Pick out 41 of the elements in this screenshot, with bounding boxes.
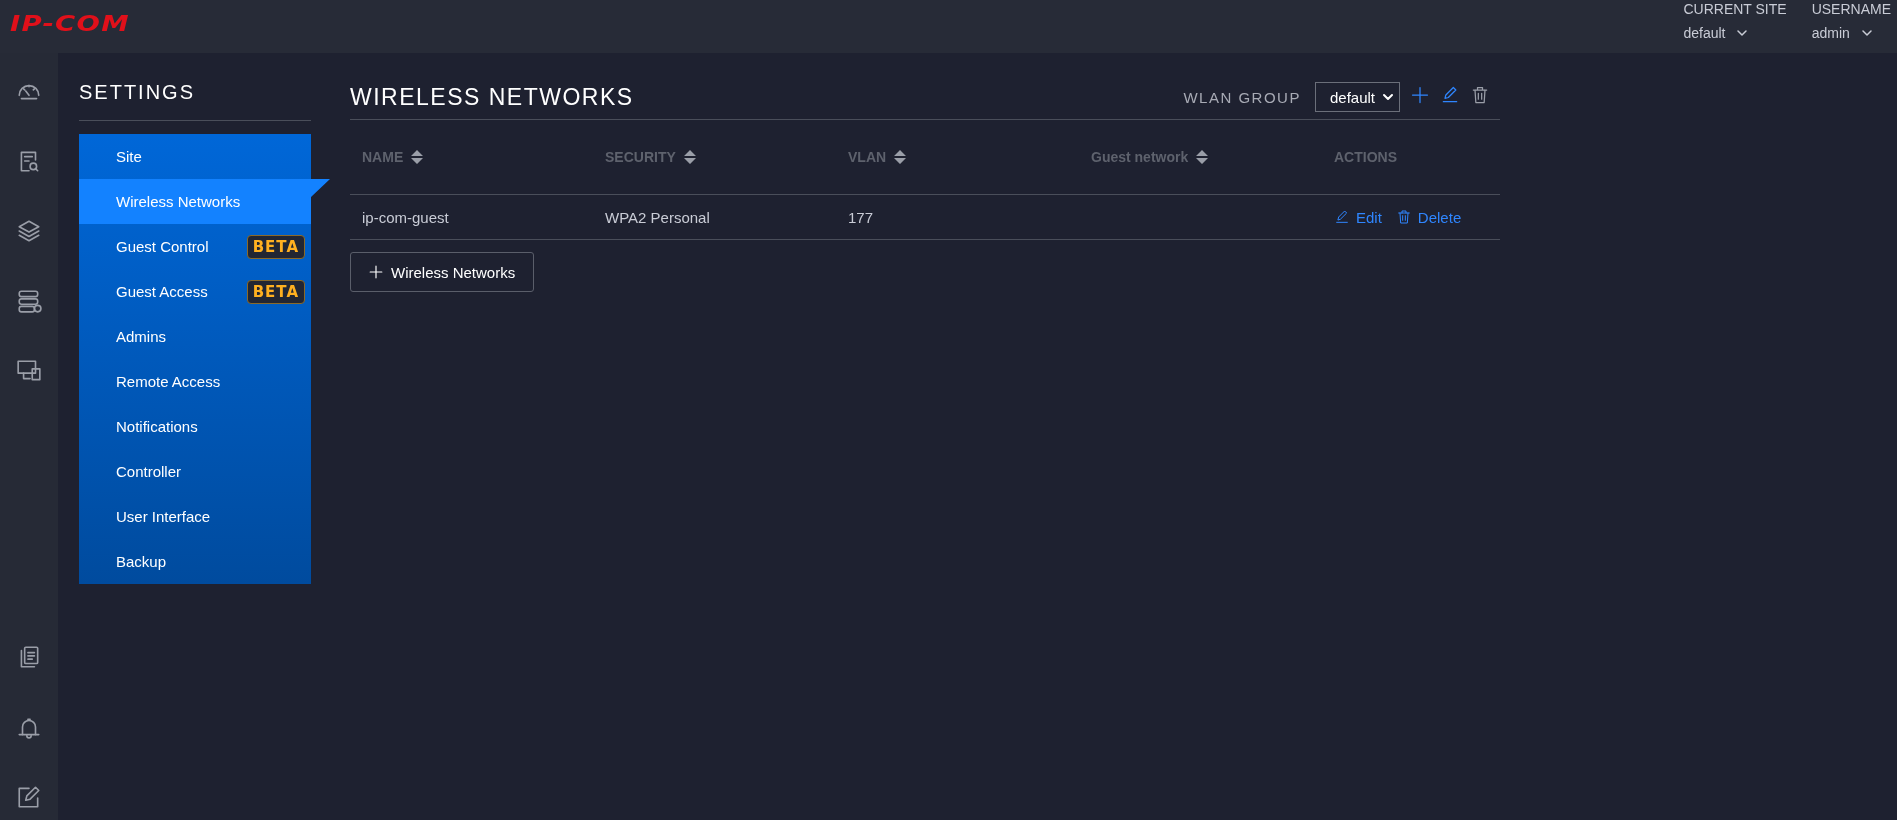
sort-icon <box>1196 150 1209 164</box>
pencil-icon[interactable] <box>1440 85 1460 105</box>
layers-icon[interactable] <box>16 218 42 244</box>
sort-icon <box>894 150 907 164</box>
wlan-group-select[interactable]: default <box>1314 82 1400 112</box>
table-cell: 177 <box>848 208 874 226</box>
logo: IP-COM <box>10 11 130 36</box>
delete-link[interactable]: Delete <box>1395 208 1462 226</box>
menu-item[interactable]: User Interface <box>79 494 311 539</box>
table-cell: ip-com-guest <box>362 208 449 226</box>
edit-link[interactable]: Edit <box>1334 208 1382 226</box>
menu-item[interactable]: Guest Access BETA <box>79 269 311 314</box>
current-site-label: CURRENT SITE <box>1683 1 1787 17</box>
column-header: ACTIONS <box>1334 149 1397 165</box>
menu-item[interactable]: Wireless Networks <box>79 179 330 224</box>
plus-icon <box>369 265 383 279</box>
table-cell: WPA2 Personal <box>605 208 710 226</box>
sort-icon <box>683 150 696 164</box>
beta-badge: BETA <box>246 234 305 259</box>
site-selector[interactable]: default <box>1683 25 1787 41</box>
menu-item[interactable]: Guest Control BETA <box>79 224 311 269</box>
menu-item[interactable]: Controller <box>79 449 311 494</box>
menu-item[interactable]: Backup <box>79 539 311 584</box>
sort-icon <box>411 150 424 164</box>
add-wireless-network-button[interactable]: Wireless Networks <box>350 252 535 292</box>
trash-icon <box>1395 209 1412 225</box>
menu-item[interactable]: Remote Access <box>79 359 311 404</box>
trash-icon[interactable] <box>1470 85 1490 105</box>
menu-item[interactable]: Notifications <box>79 404 311 449</box>
beta-badge: BETA <box>246 279 305 304</box>
wlan-group-label: WLAN GROUP <box>1183 88 1301 106</box>
page-title: WIRELESS NETWORKS <box>350 83 634 111</box>
user-menu[interactable]: admin <box>1811 25 1891 41</box>
server-icon[interactable] <box>16 288 42 314</box>
edit-icon[interactable] <box>16 784 42 810</box>
menu-item[interactable]: Site <box>79 134 311 179</box>
plus-icon[interactable] <box>1410 85 1430 105</box>
menu-item[interactable]: Admins <box>79 314 311 359</box>
pencil-icon <box>1334 209 1350 225</box>
username-label: USERNAME <box>1811 1 1891 17</box>
settings-title: SETTINGS <box>79 81 311 121</box>
